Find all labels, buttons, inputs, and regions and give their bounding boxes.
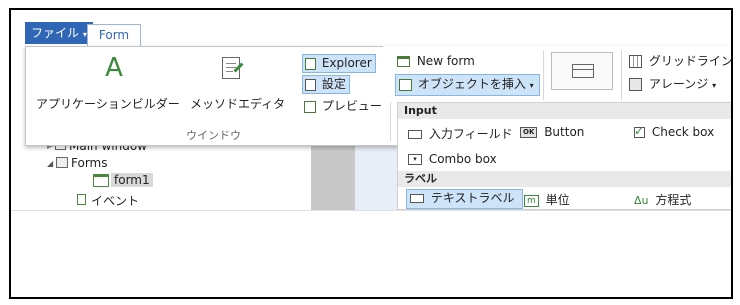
forms-folder-icon xyxy=(56,157,68,168)
ribbon-right: New form オブジェクトを挿入 ▾ グリッドライン アレーンジ ▾ xyxy=(383,46,733,102)
new-form-button[interactable]: New form xyxy=(397,54,475,68)
insert-object-button[interactable]: オブジェクトを挿入 ▾ xyxy=(395,74,540,96)
preview-label: プレビュー xyxy=(321,99,382,113)
tree-item-events[interactable]: イベント xyxy=(91,192,139,209)
menu-item-label: Combo box xyxy=(428,152,497,166)
tree-item-label: イベント xyxy=(91,194,140,208)
explorer-icon xyxy=(305,57,316,70)
chevron-down-icon: ▾ xyxy=(712,81,717,90)
arrange-icon xyxy=(629,78,642,91)
combo-box-icon: ▾ xyxy=(408,154,422,165)
menu-item-label: 単位 xyxy=(545,193,570,207)
insert-object-dropdown: Input 入力フィールド OK Button ✓ Check box ▾ Co… xyxy=(397,102,731,210)
insert-object-icon xyxy=(399,78,412,91)
layout-icon xyxy=(572,64,594,78)
group-divider xyxy=(621,50,622,100)
tree-item-form1[interactable]: form1 xyxy=(111,173,153,187)
explorer-button[interactable]: Explorer xyxy=(302,54,376,73)
preview-icon xyxy=(304,100,316,113)
button-icon: OK xyxy=(520,127,538,138)
menu-item-equation[interactable]: Δu 方程式 xyxy=(634,191,691,208)
file-menu-tab[interactable]: ファイル ▾ xyxy=(25,22,93,44)
form-icon xyxy=(93,174,109,187)
expanded-arrow-icon: ◢ xyxy=(47,159,54,168)
arrange-label: アレーンジ xyxy=(648,77,709,91)
event-icon xyxy=(77,194,86,205)
input-section-header: Input xyxy=(398,103,731,119)
settings-icon xyxy=(305,78,316,91)
text-label-icon xyxy=(410,194,424,203)
layout-view-button[interactable] xyxy=(551,52,613,90)
menu-item-checkbox[interactable]: ✓ Check box xyxy=(634,124,715,139)
splitter-area xyxy=(311,140,355,210)
new-form-icon xyxy=(397,56,410,67)
menu-item-input-field[interactable]: 入力フィールド xyxy=(408,125,513,142)
menu-item-unit[interactable]: m 単位 xyxy=(524,191,570,208)
grid-layout-label: グリッドライン xyxy=(648,54,733,68)
menu-item-text-label[interactable]: テキストラベル xyxy=(406,189,524,209)
menu-item-label: Check box xyxy=(651,125,715,139)
group-divider xyxy=(543,50,544,100)
file-menu-label: ファイル xyxy=(31,26,80,40)
checkbox-icon: ✓ xyxy=(634,124,645,138)
chevron-down-icon: ▾ xyxy=(529,81,534,90)
menu-item-label: 方程式 xyxy=(655,193,692,207)
equation-icon: Δu xyxy=(634,194,649,207)
tree-item-label: form1 xyxy=(114,173,150,187)
label-section-header: ラベル xyxy=(398,171,731,187)
app-builder-button[interactable]: アプリケーションビルダー xyxy=(36,95,180,112)
window-group-label: ウインドウ xyxy=(186,129,241,142)
settings-label: 設定 xyxy=(321,77,346,91)
tree-item-label: Forms xyxy=(71,156,108,170)
menu-item-button[interactable]: OK Button xyxy=(520,125,584,139)
preview-button[interactable]: プレビュー xyxy=(304,97,382,114)
arrange-button[interactable]: アレーンジ ▾ xyxy=(629,75,716,92)
app-window: ファイル ▾ Form ▶ Main window ◢ Forms form1 … xyxy=(9,8,733,299)
new-form-label: New form xyxy=(416,54,475,68)
menu-item-label: テキストラベル xyxy=(430,191,515,205)
method-editor-label: メッソドエディタ xyxy=(190,97,286,111)
explorer-tree: ▶ Main window ◢ Forms form1 イベント xyxy=(11,139,312,210)
explorer-label: Explorer xyxy=(321,56,372,70)
app-builder-icon: A xyxy=(105,53,123,83)
tree-item-forms[interactable]: ◢ Forms xyxy=(47,156,108,170)
insert-object-label: オブジェクトを挿入 xyxy=(417,77,526,91)
settings-button[interactable]: 設定 xyxy=(302,75,350,94)
menu-item-label: Button xyxy=(544,125,585,139)
lower-pane xyxy=(11,210,731,297)
canvas-area xyxy=(355,140,399,210)
input-field-icon xyxy=(408,130,422,139)
tab-form[interactable]: Form xyxy=(87,24,141,46)
grid-icon xyxy=(629,55,642,68)
unit-icon: m xyxy=(524,194,539,207)
menu-item-label: 入力フィールド xyxy=(428,127,513,141)
tab-form-label: Form xyxy=(98,28,130,42)
app-builder-label: アプリケーションビルダー xyxy=(36,97,180,111)
method-editor-button[interactable]: メッソドエディタ xyxy=(190,95,285,112)
grid-layout-button[interactable]: グリッドライン xyxy=(629,52,733,69)
menu-item-combo-box[interactable]: ▾ Combo box xyxy=(408,152,497,166)
method-editor-icon xyxy=(222,57,244,79)
